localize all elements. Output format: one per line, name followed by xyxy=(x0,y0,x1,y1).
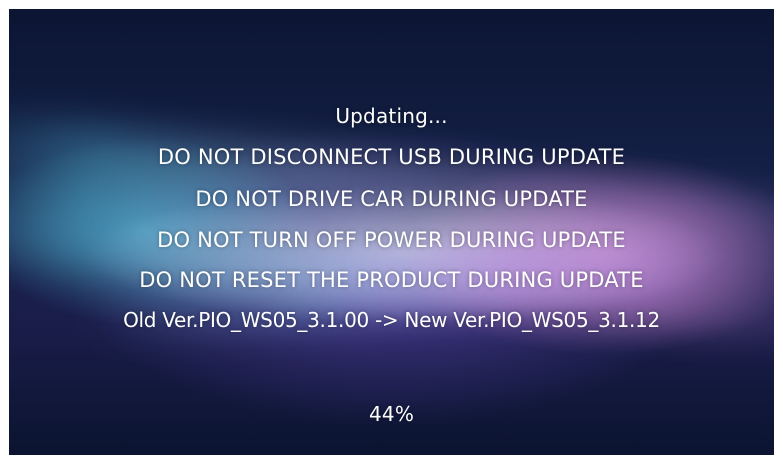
warning-reset-product: DO NOT RESET THE PRODUCT DURING UPDATE xyxy=(139,268,644,292)
status-title: Updating... xyxy=(335,104,448,128)
warning-disconnect-usb: DO NOT DISCONNECT USB DURING UPDATE xyxy=(157,145,626,169)
warning-drive-car: DO NOT DRIVE CAR DURING UPDATE xyxy=(195,187,588,211)
update-message-panel: Updating... DO NOT DISCONNECT USB DURING… xyxy=(9,9,774,455)
version-info: Old Ver.PIO_WS05_3.1.00 -> New Ver.PIO_W… xyxy=(123,308,660,332)
update-screen: Updating... DO NOT DISCONNECT USB DURING… xyxy=(9,9,774,455)
progress-percentage: 44% xyxy=(368,402,415,426)
warning-turn-off-power: DO NOT TURN OFF POWER DURING UPDATE xyxy=(157,228,626,252)
